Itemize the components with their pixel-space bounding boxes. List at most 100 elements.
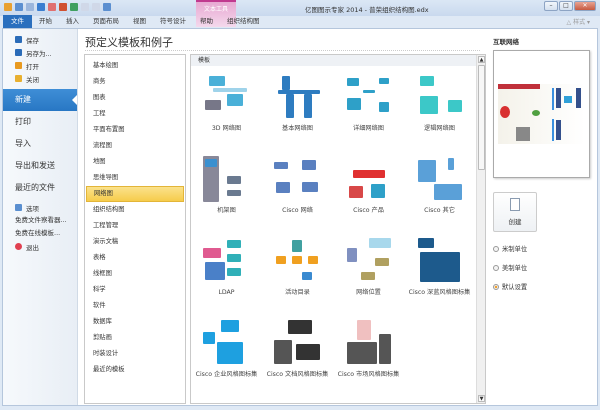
page-icon[interactable] [92, 3, 100, 11]
template-item[interactable]: Cisco 市场风格图标集 [333, 314, 404, 396]
page-icon[interactable] [81, 3, 89, 11]
template-item[interactable]: 逻辑网络图 [404, 68, 475, 150]
nav-big-item-2[interactable]: 导入 [3, 133, 77, 155]
thumbnail-shape [204, 159, 217, 167]
category-item[interactable]: 工程 [86, 106, 184, 122]
nav-bottom-item-3[interactable]: 退出 [3, 240, 77, 253]
nav-bottom-item-0[interactable]: 选项 [3, 201, 77, 214]
tab-view[interactable]: 视图 [126, 15, 153, 28]
tab-page-layout[interactable]: 页面布局 [86, 15, 126, 28]
category-item[interactable]: 思维导图 [86, 170, 184, 186]
template-item[interactable]: 活动目录 [262, 232, 333, 314]
template-item[interactable]: 3D 网络图 [191, 68, 262, 150]
thumbnail-shape [368, 238, 391, 248]
nav-item-2[interactable]: 打开 [3, 59, 77, 72]
radio-metric-units[interactable]: 米制单位 [493, 244, 527, 253]
thumbnail-shape [307, 256, 318, 264]
nav-big-item-4[interactable]: 最近的文件 [3, 177, 77, 199]
category-item[interactable]: 表格 [86, 250, 184, 266]
nav-big-item-0[interactable]: 新建 [3, 89, 77, 111]
scroll-thumb[interactable] [478, 65, 485, 170]
scroll-up-arrow[interactable]: ▲ [478, 56, 485, 63]
category-item[interactable]: 剪贴画 [86, 330, 184, 346]
category-item[interactable]: 网络图 [86, 186, 184, 202]
network-diagram-thumbnail-icon [201, 74, 253, 120]
pdf-icon[interactable] [48, 3, 56, 11]
category-list: 基本绘图 商务 图表 工程 平面布置图 流程图 地图 思维导图 网络图 组织结构图 工程管理 演示文稿… [84, 54, 186, 404]
undo-icon[interactable] [15, 3, 23, 11]
style-button[interactable]: △ 样式 ▾ [567, 17, 590, 26]
title-bar: 文本工具 亿图图示专家 2014 - 普荣组织结构图.edx – □ ✕ [0, 0, 600, 27]
thumbnail-shape [378, 334, 391, 364]
template-item[interactable]: Cisco 其它 [404, 150, 475, 232]
template-item[interactable]: 网络位置 [333, 232, 404, 314]
minimize-button[interactable]: – [544, 1, 558, 11]
category-item[interactable]: 软件 [86, 298, 184, 314]
category-item[interactable]: 工程管理 [86, 218, 184, 234]
template-item[interactable]: Cisco 深蓝风格图标集 [404, 232, 475, 314]
category-item[interactable]: 时装设计 [86, 346, 184, 362]
template-item[interactable]: Cisco 网络 [262, 150, 333, 232]
template-label: LDAP [218, 289, 235, 296]
template-item[interactable]: 基本网络图 [262, 68, 333, 150]
thumbnail-shape [212, 88, 247, 92]
category-item[interactable]: 数据库 [86, 314, 184, 330]
thumbnail-shape [204, 262, 225, 280]
template-item[interactable]: Cisco 企业风格图标集 [191, 314, 262, 396]
backstage-nav: 保存 另存为... 打开 关闭 新建 打印 导入 导出和发送 最近的文件 选项 免费文件察看器.… [3, 29, 78, 405]
thumbnail-shape [226, 176, 241, 184]
tab-org-chart[interactable]: 组织结构图 [220, 15, 267, 28]
nav-big-item-1[interactable]: 打印 [3, 111, 77, 133]
template-label: 活动目录 [285, 289, 310, 296]
template-item[interactable]: LDAP [191, 232, 262, 314]
template-item[interactable]: Cisco 产品 [333, 150, 404, 232]
category-item[interactable]: 图表 [86, 90, 184, 106]
word-icon[interactable] [103, 3, 111, 11]
template-item[interactable]: 详细网络图 [333, 68, 404, 150]
options-icon [15, 204, 22, 211]
gallery-scrollbar[interactable]: ▲ ▼ [476, 55, 485, 403]
category-item[interactable]: 科学 [86, 282, 184, 298]
close-button[interactable]: ✕ [574, 1, 596, 11]
nav-bottom-item-2[interactable]: 免费在线模板... [3, 227, 77, 240]
scroll-down-arrow[interactable]: ▼ [478, 395, 485, 402]
excel-icon[interactable] [70, 3, 78, 11]
category-item[interactable]: 组织结构图 [86, 202, 184, 218]
template-label: 网络位置 [356, 289, 381, 296]
template-label: 详细网络图 [353, 125, 384, 132]
nav-bottom-item-1[interactable]: 免费文件察看器... [3, 214, 77, 227]
tab-home[interactable]: 开始 [32, 15, 59, 28]
template-item[interactable]: Cisco 文档风格图标集 [262, 314, 333, 396]
radio-default-settings[interactable]: 默认设置 [493, 282, 527, 291]
maximize-button[interactable]: □ [559, 1, 573, 11]
nav-item-3[interactable]: 关闭 [3, 72, 77, 85]
category-item[interactable]: 商务 [86, 74, 184, 90]
thumbnail-shape [301, 182, 318, 192]
tab-symbol-design[interactable]: 符号设计 [153, 15, 193, 28]
category-item[interactable]: 地图 [86, 154, 184, 170]
tab-file[interactable]: 文件 [3, 15, 32, 28]
category-item[interactable]: 基本绘图 [86, 58, 184, 74]
quick-access-toolbar [4, 3, 111, 11]
category-item[interactable]: 平面布置图 [86, 122, 184, 138]
ppt-icon[interactable] [59, 3, 67, 11]
category-item[interactable]: 线框图 [86, 266, 184, 282]
create-button[interactable]: 创建 [493, 192, 537, 232]
category-item[interactable]: 流程图 [86, 138, 184, 154]
tab-insert[interactable]: 插入 [59, 15, 86, 28]
radio-us-units[interactable]: 美制单位 [493, 263, 527, 272]
nav-item-1[interactable]: 另存为... [3, 46, 77, 59]
nav-big-item-3[interactable]: 导出和发送 [3, 155, 77, 177]
tab-help[interactable]: 帮助 [193, 15, 220, 28]
thumbnail-shape [346, 98, 361, 110]
thumbnail-shape [204, 100, 221, 110]
radio-icon [493, 245, 499, 252]
template-item[interactable]: 机架图 [191, 150, 262, 232]
category-item[interactable]: 演示文稿 [86, 234, 184, 250]
thumbnail-shape [356, 320, 371, 340]
nav-item-0[interactable]: 保存 [3, 33, 77, 46]
category-item[interactable]: 最近的模板 [86, 362, 184, 378]
redo-icon[interactable] [26, 3, 34, 11]
thumbnail-shape [346, 342, 377, 364]
move-icon[interactable] [37, 3, 45, 11]
